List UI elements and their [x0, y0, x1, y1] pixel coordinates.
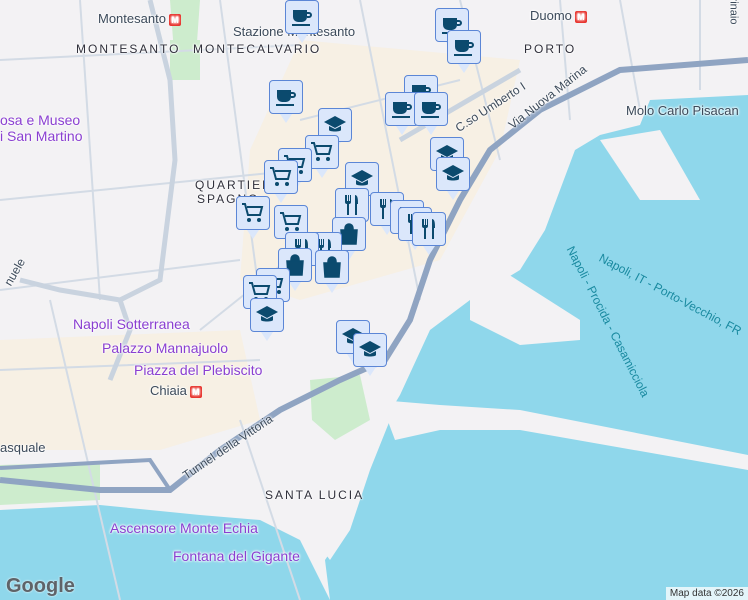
label-pasquale: asquale: [0, 440, 46, 455]
education-icon: [359, 341, 381, 357]
restaurant-icon: [345, 195, 358, 215]
label-fontana: Fontana del Gigante: [173, 548, 300, 564]
label-porto: PORTO: [524, 42, 577, 56]
label-ascensore: Ascensore Monte Echia: [110, 520, 258, 536]
map-marker-shopping-bag[interactable]: [315, 250, 349, 293]
shopping-bag-icon: [323, 256, 341, 278]
label-molo: Molo Carlo Pisacan: [626, 103, 739, 118]
coffee-icon: [454, 40, 474, 56]
shopping-cart-icon: [270, 167, 292, 186]
map-marker-education[interactable]: [353, 333, 387, 376]
label-santa-lucia: SANTA LUCIA: [265, 488, 365, 502]
label-palazzo: Palazzo Mannajuolo: [102, 340, 229, 356]
metro-icon: M: [189, 385, 202, 398]
label-museo-1: osa e Museo: [0, 112, 81, 128]
label-quartieri-1: QUARTIER: [195, 178, 273, 192]
label-duomo: Duomo M: [530, 8, 587, 23]
map-marker-coffee[interactable]: [447, 30, 481, 73]
google-logo: Google: [6, 575, 75, 597]
coffee-icon: [292, 10, 312, 26]
label-plebiscito: Piazza del Plebiscito: [134, 362, 263, 378]
map-marker-education[interactable]: [436, 157, 470, 200]
map-marker-shopping-cart[interactable]: [264, 160, 298, 203]
shopping-cart-icon: [242, 203, 264, 222]
education-icon: [442, 165, 464, 181]
map-marker-restaurant[interactable]: [412, 212, 446, 255]
map-marker-coffee[interactable]: [285, 0, 319, 43]
coffee-icon: [276, 90, 296, 106]
map-marker-education[interactable]: [250, 298, 284, 341]
metro-icon: M: [168, 13, 181, 26]
coffee-icon: [392, 102, 412, 118]
label-sotterranea: Napoli Sotterranea: [73, 316, 190, 332]
restaurant-icon: [422, 219, 435, 239]
map-canvas[interactable]: [0, 0, 748, 600]
label-chiaia: Chiaia M: [150, 383, 202, 398]
shopping-cart-icon: [311, 142, 333, 161]
label-montesanto-station: Montesanto M: [98, 11, 181, 26]
metro-icon: M: [574, 10, 587, 23]
map-data-credit[interactable]: Map data ©2026: [665, 587, 748, 600]
label-montesanto: MONTESANTO: [76, 42, 181, 56]
education-icon: [324, 116, 346, 132]
coffee-icon: [421, 102, 441, 118]
map-marker-coffee[interactable]: [414, 92, 448, 135]
map-marker-shopping-cart[interactable]: [236, 196, 270, 239]
education-icon: [256, 306, 278, 322]
label-museo-2: i San Martino: [0, 128, 83, 144]
map-marker-coffee[interactable]: [269, 80, 303, 123]
label-rinaio: rinaio: [727, 0, 740, 25]
shopping-cart-icon: [280, 212, 302, 231]
label-montecalvario: MONTECALVARIO: [193, 42, 322, 56]
